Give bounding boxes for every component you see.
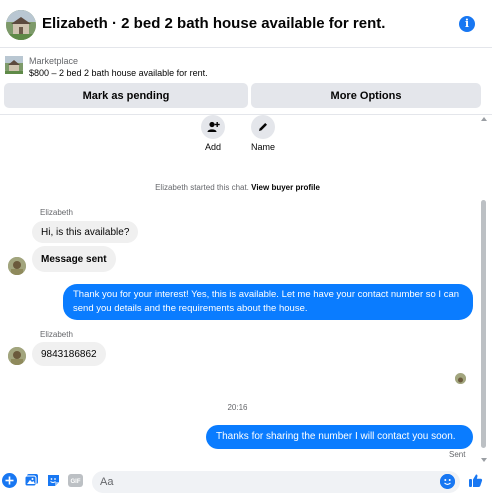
scroll-down-arrow[interactable] xyxy=(481,458,487,462)
sender-name: Elizabeth xyxy=(40,330,73,339)
scrollbar-thumb[interactable] xyxy=(481,200,486,448)
sticker-icon[interactable] xyxy=(46,473,61,488)
add-label: Add xyxy=(204,142,221,152)
seen-avatar xyxy=(455,373,466,384)
like-icon[interactable] xyxy=(468,473,483,488)
contact-avatar[interactable] xyxy=(8,347,26,365)
sender-name: Elizabeth xyxy=(40,208,73,217)
outgoing-message: Thank you for your interest! Yes, this i… xyxy=(63,284,473,320)
pencil-icon xyxy=(259,123,267,131)
gif-icon[interactable]: GIF xyxy=(68,473,83,488)
emoji-icon[interactable] xyxy=(440,474,455,489)
gif-label: GIF xyxy=(71,479,81,485)
mark-as-pending-button[interactable]: Mark as pending xyxy=(4,83,248,108)
incoming-message: 9843186862 xyxy=(32,342,106,366)
message-input[interactable] xyxy=(92,471,460,493)
chat-started-notice: Elizabeth started this chat. View buyer … xyxy=(0,183,475,192)
chat-header: Elizabeth · 2 bed 2 bath house available… xyxy=(0,0,492,48)
listing-title[interactable]: $800 – 2 bed 2 bath house available for … xyxy=(29,68,208,78)
view-buyer-profile-link[interactable]: View buyer profile xyxy=(251,183,320,192)
listing-thumbnail[interactable] xyxy=(5,56,23,79)
name-button[interactable] xyxy=(251,115,275,139)
incoming-message: Message sent xyxy=(32,246,116,272)
conversation-title: Elizabeth · 2 bed 2 bath house available… xyxy=(42,15,386,32)
message-timestamp: 20:16 xyxy=(227,403,248,412)
listing-avatar[interactable] xyxy=(6,10,36,40)
contact-avatar[interactable] xyxy=(8,257,26,275)
info-icon[interactable]: i xyxy=(459,16,475,32)
plus-icon[interactable] xyxy=(2,473,17,488)
name-label: Name xyxy=(250,142,275,152)
add-person-icon xyxy=(207,121,220,132)
add-contact-button[interactable] xyxy=(201,115,225,139)
message-text-field[interactable] xyxy=(92,471,432,493)
message-status: Sent xyxy=(449,450,466,459)
chat-started-text: Elizabeth started this chat. xyxy=(155,183,249,192)
incoming-message: Hi, is this available? xyxy=(32,221,139,243)
listing-source-label: Marketplace xyxy=(29,56,79,66)
photo-icon[interactable] xyxy=(24,473,39,488)
more-options-button[interactable]: More Options xyxy=(251,83,481,108)
scroll-up-arrow[interactable] xyxy=(481,117,487,121)
outgoing-message: Thanks for sharing the number I will con… xyxy=(206,425,473,449)
